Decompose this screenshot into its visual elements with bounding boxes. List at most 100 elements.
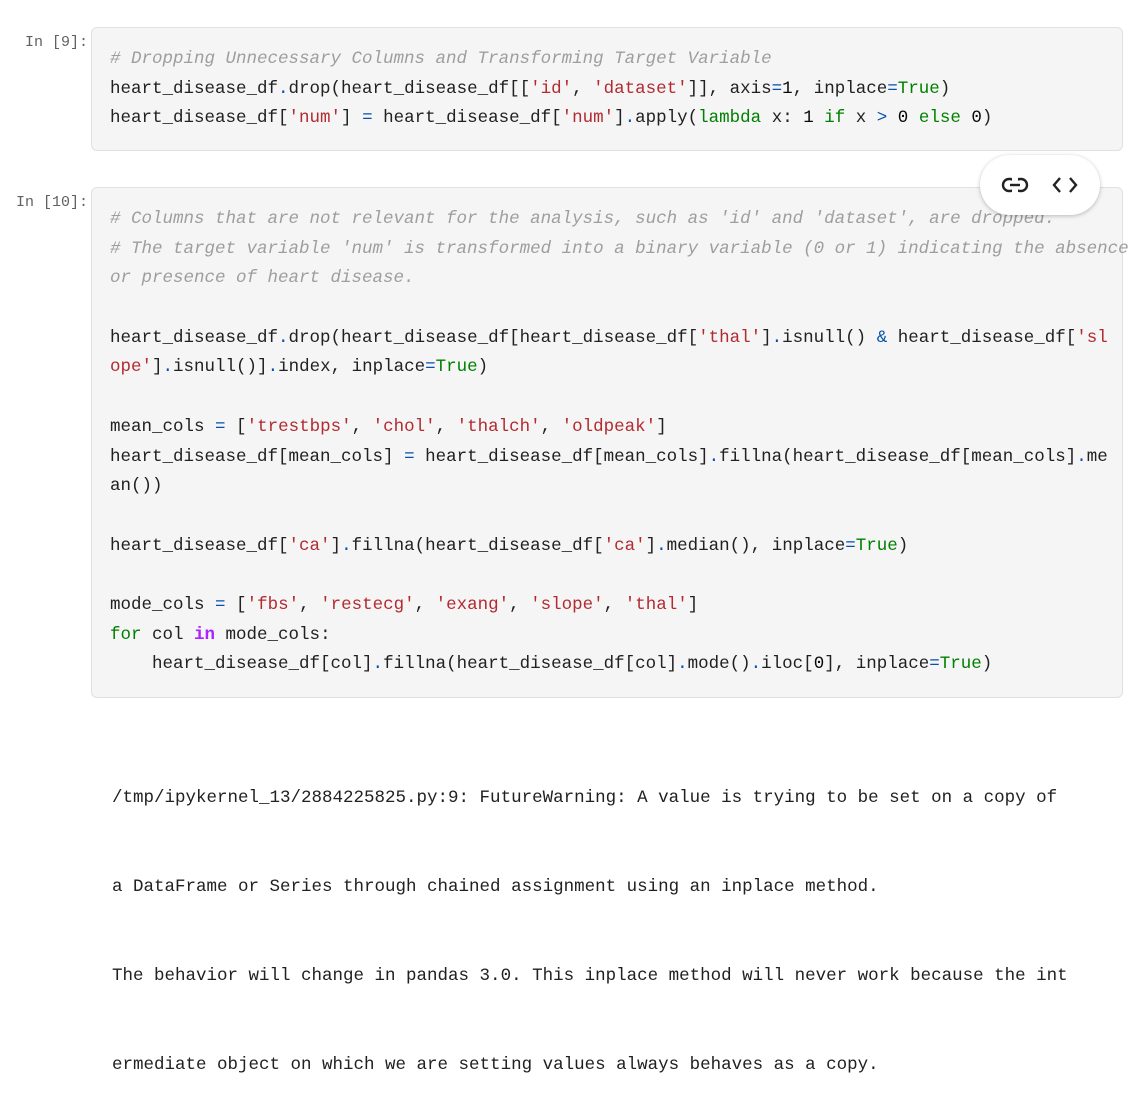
code-token: isnull() — [782, 327, 877, 348]
code-token: . — [624, 108, 636, 129]
output-line: ermediate object on which we are setting… — [112, 1054, 879, 1075]
code-token: , inplace — [792, 78, 888, 99]
code-token: heart_disease_df[ — [110, 535, 289, 556]
code-token: . — [708, 446, 720, 467]
code-token: . — [278, 327, 289, 348]
code-token: , — [299, 594, 321, 615]
code-line: or presence of heart disease. — [110, 264, 1129, 294]
code-token: heart_disease_df[ — [887, 327, 1077, 348]
code-token: , — [603, 594, 625, 615]
code-cell-10[interactable]: # Columns that are not relevant for the … — [91, 187, 1129, 698]
code-token: # Columns that are not relevant for the … — [110, 209, 1056, 229]
code-token: . — [278, 78, 289, 99]
code-token: heart_disease_df[mean_cols] — [414, 446, 709, 467]
code-token: , — [435, 416, 457, 437]
code-line: # Columns that are not relevant for the … — [110, 205, 1129, 235]
code-token: . — [372, 654, 384, 675]
code-token: 0 — [971, 108, 982, 129]
code-token: True — [435, 357, 478, 378]
code-line: heart_disease_df['num'] = heart_disease_… — [110, 104, 992, 134]
code-token: heart_disease_df[mean_cols] — [110, 446, 405, 467]
code-token: 'slope' — [530, 594, 604, 615]
output-line: a DataFrame or Series through chained as… — [112, 876, 879, 897]
code-token: . — [656, 535, 667, 556]
code-token: for — [110, 624, 142, 645]
code-token: ] — [761, 327, 772, 348]
code-token: ] — [330, 535, 342, 556]
code-token: ] — [645, 535, 657, 556]
code-line: # The target variable 'num' is transform… — [110, 235, 1129, 265]
cell-prompt-9: In [9]: — [25, 34, 89, 51]
code-token: . — [750, 654, 762, 675]
code-token: 1 — [782, 78, 793, 99]
code-token: 'ca' — [603, 535, 646, 556]
code-token: 'trestbps' — [246, 416, 352, 437]
code-token: mode() — [687, 654, 751, 675]
code-line: heart_disease_df.drop(heart_disease_df[h… — [110, 324, 1129, 354]
code-token: mean_cols — [110, 416, 216, 437]
code-token: or presence of heart disease. — [110, 268, 415, 289]
code-token: iloc[ — [761, 654, 814, 675]
code-token: 'sl — [1076, 327, 1108, 348]
code-token: drop(heart_disease_df[[ — [288, 78, 531, 99]
code-token: [ — [225, 594, 247, 615]
code-token: True — [897, 78, 940, 99]
code-token: an()) — [110, 476, 163, 497]
view-code-button[interactable] — [1047, 167, 1083, 203]
code-token: 'num' — [561, 108, 615, 129]
code-token: fillna(heart_disease_df[mean_cols] — [719, 446, 1077, 467]
code-token: 1 — [803, 108, 814, 129]
code-editor[interactable]: # Dropping Unnecessary Columns and Trans… — [110, 45, 992, 134]
code-token: . — [162, 357, 174, 378]
code-token: . — [677, 654, 688, 675]
code-token: & — [876, 327, 888, 348]
code-token: [ — [225, 416, 247, 437]
code-token: 'id' — [530, 78, 573, 99]
code-token: = — [425, 357, 436, 378]
code-token: ) — [981, 108, 993, 129]
code-token: ] — [656, 416, 667, 437]
copy-link-button[interactable] — [997, 167, 1033, 203]
code-token: 0 — [897, 108, 909, 129]
code-token: True — [939, 654, 982, 675]
code-token: heart_disease_df — [110, 327, 279, 348]
code-token: . — [341, 535, 352, 556]
code-token: ]], axis — [687, 78, 772, 99]
code-token: col — [141, 624, 195, 645]
code-token: heart_disease_df[ — [372, 108, 562, 129]
code-token: > — [876, 108, 888, 129]
code-editor[interactable]: # Columns that are not relevant for the … — [110, 205, 1129, 680]
code-token: ) — [897, 535, 909, 556]
code-token: me — [1086, 446, 1108, 467]
code-token: apply( — [635, 108, 699, 129]
code-token: 'thal' — [698, 327, 762, 348]
code-token: heart_disease_df — [110, 78, 279, 99]
code-token: if — [824, 108, 846, 129]
code-token: drop(heart_disease_df[heart_disease_df[ — [288, 327, 699, 348]
code-token: , — [351, 416, 373, 437]
output-line: The behavior will change in pandas 3.0. … — [112, 965, 1068, 986]
code-cell-9[interactable]: # Dropping Unnecessary Columns and Trans… — [91, 27, 1123, 151]
code-token: 'num' — [288, 108, 342, 129]
code-token: x: — [761, 108, 804, 129]
code-token: heart_disease_df[ — [110, 108, 289, 129]
code-token: 'exang' — [435, 594, 510, 615]
code-token: , — [414, 594, 436, 615]
code-token: 'oldpeak' — [561, 416, 657, 437]
cell-prompt-10: In [10]: — [16, 194, 89, 211]
code-token: # Dropping Unnecessary Columns and Trans… — [110, 49, 772, 69]
code-token: , — [572, 78, 594, 99]
code-token: 'fbs' — [246, 594, 300, 615]
code-token: = — [771, 78, 783, 99]
code-token: ] — [341, 108, 363, 129]
cell-output-warning: /tmp/ipykernel_13/2884225825.py:9: Futur… — [112, 725, 1068, 1110]
code-token: lambda — [698, 108, 762, 129]
